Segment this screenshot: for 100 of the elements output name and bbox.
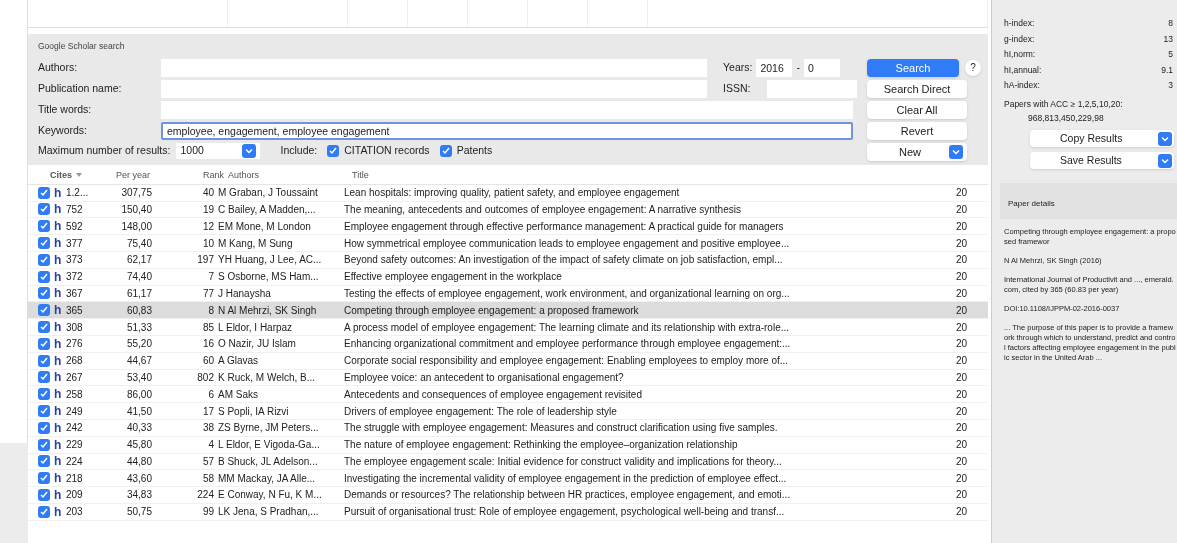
action-button[interactable]: Revert xyxy=(867,121,967,140)
checkbox[interactable] xyxy=(38,371,50,384)
html-marker: h xyxy=(54,302,63,320)
action-button[interactable]: Clear All xyxy=(867,100,967,119)
checkbox[interactable] xyxy=(327,144,340,157)
checkbox[interactable] xyxy=(38,438,50,451)
table-cell-text: 19 xyxy=(201,202,214,217)
table-cell-text: 40,33 xyxy=(125,421,152,436)
html-marker: h xyxy=(54,268,63,286)
checkbox[interactable] xyxy=(38,287,50,300)
result-row[interactable]: h 218 43,60 58 MM Mackay, JA Alle... Investigating the incremental validity of employee engagement in the prediction of employee effect... 20 xyxy=(28,470,988,488)
action-button[interactable]: Search Direct xyxy=(867,79,967,98)
checkbox[interactable] xyxy=(38,354,50,367)
field-label: Publication name: xyxy=(38,80,123,96)
checkbox[interactable] xyxy=(38,489,50,501)
table-cell-text: J Hanaysha xyxy=(217,286,272,301)
table-cell-text: 38 xyxy=(201,421,214,436)
table-cell-text: K Ruck, M Welch, B... xyxy=(217,370,317,385)
year-to-field[interactable]: 0 xyxy=(803,58,840,77)
result-row[interactable]: h 365 60,83 8 N Al Mehrzi, SK Singh Competing through employee engagement: a proposed framework 20 xyxy=(28,302,988,320)
checkbox[interactable] xyxy=(38,472,50,485)
checkbox[interactable] xyxy=(439,144,452,157)
table-cell-text: 20 xyxy=(955,387,968,402)
panel-title: Google Scholar search xyxy=(38,40,126,53)
column-header[interactable]: Title xyxy=(350,168,369,182)
text-field[interactable]: employee, engagement, employee engagement xyxy=(161,121,853,140)
table-cell-text: 20 xyxy=(955,354,968,369)
table-cell-text: 50,75 xyxy=(125,505,152,520)
max-results-dropdown[interactable]: 1000 xyxy=(176,142,261,159)
table-cell-text: 372 xyxy=(65,270,84,285)
column-header[interactable]: Rank xyxy=(160,168,224,182)
checkbox[interactable] xyxy=(38,455,50,468)
result-row[interactable]: h 249 41,50 17 S Popli, IA Rizvi Drivers of employee engagement: The role of leadership style 20 xyxy=(28,403,988,420)
html-marker: h xyxy=(54,218,63,236)
result-row[interactable]: h 209 34,83 224 E Conway, N Fu, K M... Demands or resources? The relationship between HR practices, employee engagement, and emoti... 20 xyxy=(28,487,988,504)
checkbox[interactable] xyxy=(38,304,50,317)
table-cell-text: The employee engagement scale: Initial evidence for construct validity and implications for theory... xyxy=(344,454,783,469)
checkbox[interactable] xyxy=(38,220,50,233)
checkbox[interactable] xyxy=(38,421,50,434)
metric-label: hA-index: xyxy=(1004,79,1040,93)
result-button[interactable]: Save Results xyxy=(1030,152,1174,169)
range-separator: - xyxy=(796,59,800,75)
checkbox[interactable] xyxy=(38,505,50,518)
checkbox[interactable] xyxy=(38,186,50,199)
table-cell-text: 20 xyxy=(955,337,968,352)
table-cell-text: Employee engagement through effective performance management: A practical guide for managers xyxy=(344,219,785,234)
result-row[interactable]: h 308 51,33 85 L Eldor, I Harpaz A process model of employee engagement: The learning climate and its relationship with extra-role... 20 xyxy=(28,319,988,336)
table-cell-text: 57 xyxy=(201,454,214,469)
table-cell-text: 1.2... xyxy=(65,186,90,201)
table-cell-text: EM Mone, M London xyxy=(217,219,312,234)
table-cell-text: Competing through employee engagement: a proposed framework xyxy=(344,303,640,318)
table-cell-text: 307,75 xyxy=(120,186,152,201)
result-row[interactable]: h 592 148,00 12 EM Mone, M London Employee engagement through effective performance management: A practical guide for managers 20 xyxy=(28,218,988,236)
table-cell-text: Drivers of employee engagement: The role of leadership style xyxy=(344,404,618,419)
checkbox[interactable] xyxy=(38,203,50,216)
table-cell-text: 61,17 xyxy=(125,286,152,301)
checkbox[interactable] xyxy=(38,253,50,266)
checkbox[interactable] xyxy=(38,270,50,283)
checkbox[interactable] xyxy=(38,388,50,401)
table-cell-text: 203 xyxy=(65,505,84,520)
new-dropdown[interactable]: New xyxy=(867,142,967,161)
field-label: Keywords: xyxy=(38,122,89,138)
table-cell-text: The struggle with employee engagement: Measures and construct clarification using five samples. xyxy=(344,421,779,436)
checkbox[interactable] xyxy=(38,237,50,250)
checkbox[interactable] xyxy=(38,405,50,417)
table-cell-text: 8 xyxy=(207,303,214,318)
table-cell-text: 75,40 xyxy=(125,236,152,251)
html-marker: h xyxy=(54,419,63,437)
metric-value: 3 xyxy=(1168,79,1173,93)
column-header[interactable]: Authors xyxy=(224,168,350,182)
checkbox[interactable] xyxy=(38,337,50,350)
table-cell-text: 268 xyxy=(65,354,84,369)
table-cell-text: 20 xyxy=(955,505,968,520)
table-cell-text: Employee voice: an antecedent to organisational engagement? xyxy=(344,370,625,385)
html-marker: h xyxy=(54,403,63,420)
checkbox[interactable] xyxy=(38,321,50,333)
table-cell-text: 12 xyxy=(201,219,214,234)
table-cell-text: 249 xyxy=(65,404,84,419)
column-header[interactable]: Cites xyxy=(50,168,100,182)
column-header[interactable]: Per year xyxy=(100,168,160,182)
result-row[interactable]: h 258 86,00 6 AM Saks Antecedents and consequences of employee engagement revisited 20 xyxy=(28,386,988,404)
table-cell-text: 367 xyxy=(65,286,84,301)
table-cell-text: 45,80 xyxy=(125,438,152,453)
acc-values: 968,813,450,229,98 xyxy=(1027,112,1105,125)
table-cell-text: 592 xyxy=(65,219,84,234)
result-button[interactable]: Copy Results xyxy=(1030,130,1174,147)
search-button[interactable]: Search xyxy=(867,58,959,77)
table-cell-text: 752 xyxy=(65,202,84,217)
checkbox-label: CITATION records xyxy=(344,142,430,158)
html-marker: h xyxy=(54,436,63,454)
table-cell-text: 20 xyxy=(955,404,968,419)
chevron-icon xyxy=(1158,131,1172,146)
table-cell-text: 58 xyxy=(201,471,214,486)
metric-value: 8 xyxy=(1168,17,1173,31)
field-label: Years: xyxy=(723,59,753,75)
help-button[interactable]: ? xyxy=(965,59,981,76)
table-cell-text: 60 xyxy=(201,354,214,369)
year-from-field[interactable]: 2016 xyxy=(756,58,793,77)
result-row[interactable]: h 377 75,40 10 M Kang, M Sung How symmetrical employee communication leads to employee engagement and positive employee... 20 xyxy=(28,235,988,252)
table-cell-text: 43,60 xyxy=(125,471,152,486)
